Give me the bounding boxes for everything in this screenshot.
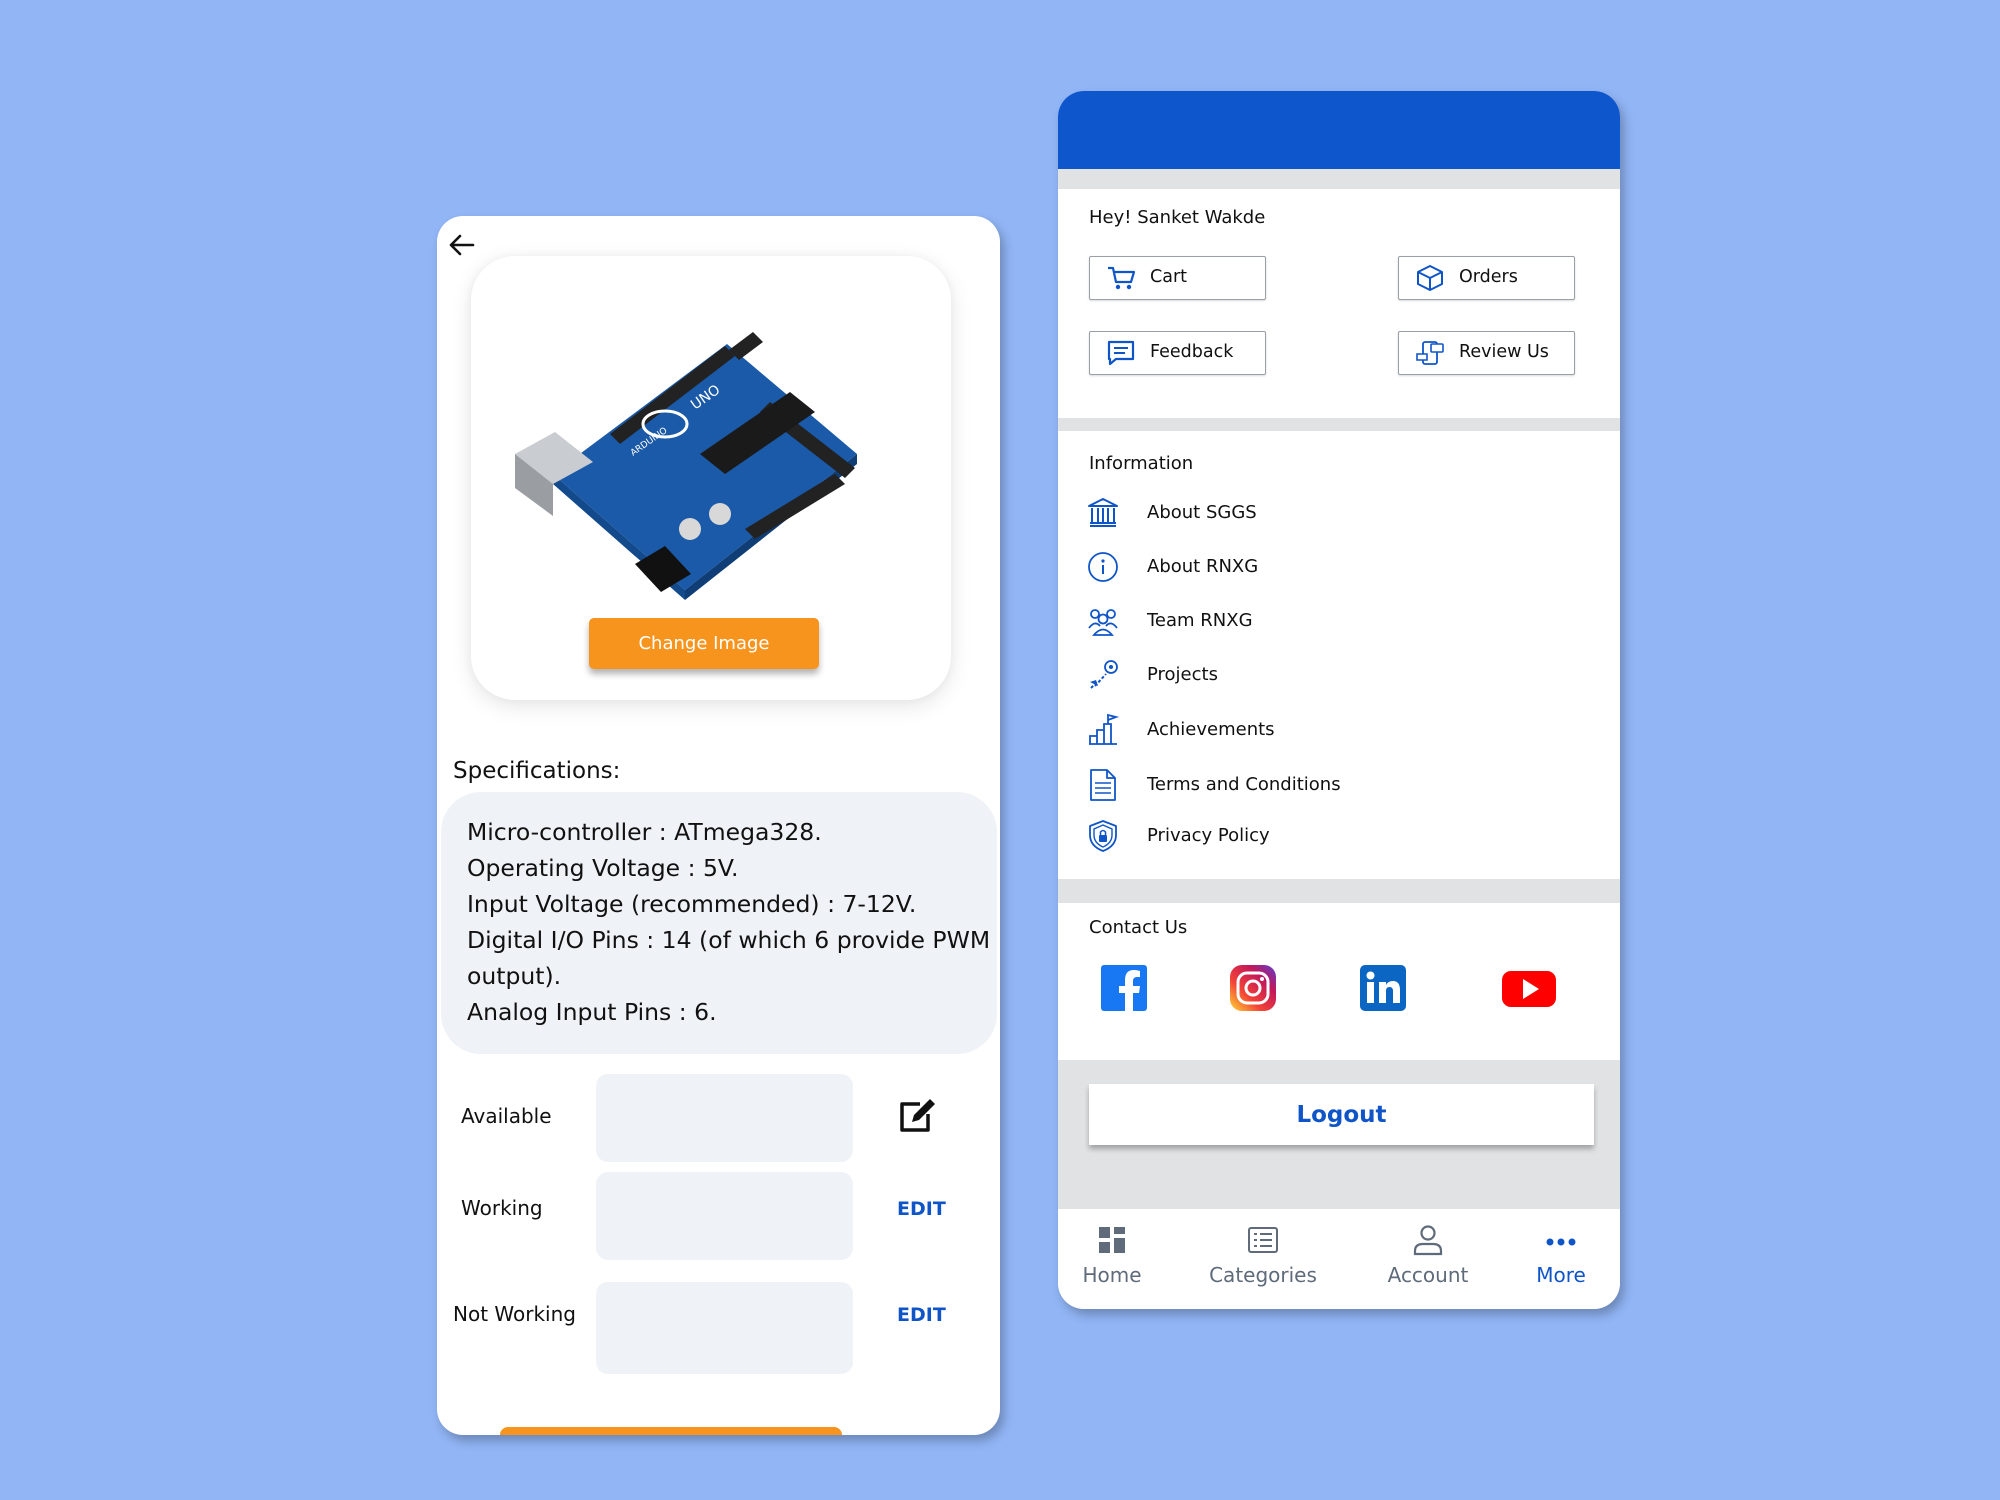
specifications-box: Micro-controller : ATmega328. Operating … (441, 792, 997, 1054)
info-item-about-rnxg[interactable]: About RNXG (1086, 547, 1586, 587)
info-item-label: Projects (1147, 664, 1218, 685)
more-icon (1546, 1238, 1576, 1246)
contact-title: Contact Us (1089, 917, 1188, 938)
user-greeting: Hey! Sanket Wakde (1089, 207, 1266, 228)
status-row-not-working: Not Working EDIT (437, 1282, 1000, 1376)
cart-icon (1108, 266, 1136, 290)
shield-icon (1089, 820, 1117, 852)
information-title: Information (1089, 453, 1194, 474)
working-edit-link[interactable]: EDIT (897, 1198, 946, 1220)
info-item-about-sggs[interactable]: About SGGS (1086, 493, 1586, 533)
institution-icon (1088, 498, 1118, 527)
available-input[interactable] (596, 1074, 853, 1162)
specifications-title: Specifications: (453, 758, 621, 784)
info-item-label: Achievements (1147, 719, 1275, 740)
edit-icon[interactable] (896, 1096, 938, 1136)
home-icon (1099, 1227, 1125, 1253)
youtube-icon[interactable] (1500, 963, 1558, 1013)
bottom-navigation: Home Categories Account More (1058, 1209, 1620, 1309)
nav-categories-label: Categories (1209, 1263, 1317, 1287)
cart-button[interactable]: Cart (1089, 256, 1266, 300)
info-icon (1088, 552, 1118, 582)
user-icon (1413, 1225, 1443, 1256)
info-item-team-rnxg[interactable]: Team RNXG (1086, 601, 1586, 641)
working-label: Working (461, 1196, 543, 1220)
info-item-label: Privacy Policy (1147, 825, 1270, 846)
spec-line: Input Voltage (recommended) : 7-12V. (467, 890, 917, 918)
nav-account[interactable]: Account (1363, 1223, 1493, 1299)
info-item-privacy[interactable]: Privacy Policy (1086, 816, 1586, 856)
info-item-projects[interactable]: Projects (1086, 655, 1586, 695)
nav-more[interactable]: More (1496, 1223, 1620, 1299)
logout-button[interactable]: Logout (1089, 1084, 1594, 1145)
info-item-label: Team RNXG (1147, 610, 1253, 631)
available-label: Available (461, 1104, 552, 1128)
back-arrow-icon[interactable] (445, 228, 479, 262)
nav-account-label: Account (1387, 1263, 1469, 1287)
arduino-board-image: ARDUINO UNO (515, 332, 857, 600)
orders-label: Orders (1459, 267, 1518, 287)
app-header-bar (1058, 91, 1620, 169)
instagram-icon[interactable] (1228, 963, 1278, 1013)
status-row-available: Available (437, 1074, 1000, 1164)
linkedin-icon[interactable] (1358, 963, 1408, 1013)
not-working-label: Not Working (453, 1302, 576, 1326)
review-us-label: Review Us (1459, 342, 1549, 362)
contact-section: Contact Us (1058, 903, 1620, 1060)
nav-categories[interactable]: Categories (1198, 1223, 1328, 1299)
nav-home[interactable]: Home (1058, 1223, 1177, 1299)
not-working-input[interactable] (596, 1282, 853, 1374)
change-image-button[interactable]: Change Image (589, 618, 819, 669)
facebook-icon[interactable] (1099, 963, 1149, 1013)
box-icon (1417, 265, 1443, 291)
quick-actions-section: Hey! Sanket Wakde Cart Orders Feedback R… (1058, 189, 1620, 418)
chat-icon (1107, 340, 1135, 366)
more-menu-screen: Hey! Sanket Wakde Cart Orders Feedback R… (1058, 91, 1620, 1309)
info-item-achievements[interactable]: Achievements (1086, 710, 1586, 750)
spec-line: Analog Input Pins : 6. (467, 998, 717, 1026)
orders-button[interactable]: Orders (1398, 256, 1575, 300)
status-row-working: Working EDIT (437, 1172, 1000, 1270)
feedback-button[interactable]: Feedback (1089, 331, 1266, 375)
nav-home-label: Home (1082, 1263, 1142, 1287)
list-icon (1248, 1227, 1278, 1253)
spec-line: Micro-controller : ATmega328. (467, 818, 822, 846)
cart-label: Cart (1150, 267, 1187, 287)
feedback-label: Feedback (1150, 342, 1234, 362)
spec-line: Operating Voltage : 5V. (467, 854, 739, 882)
document-icon (1090, 769, 1116, 801)
projects-icon (1090, 660, 1118, 689)
review-icon (1416, 341, 1444, 365)
information-section: Information About SGGS About RNXG Team R… (1058, 431, 1620, 879)
nav-more-label: More (1536, 1263, 1586, 1287)
working-input[interactable] (596, 1172, 853, 1260)
submit-button[interactable] (500, 1427, 842, 1435)
product-detail-screen: ARDUINO UNO Change Image Specifications:… (437, 216, 1000, 1435)
product-image-card: ARDUINO UNO Change Image (471, 256, 951, 700)
review-us-button[interactable]: Review Us (1398, 331, 1575, 375)
team-icon (1088, 609, 1118, 636)
info-item-terms[interactable]: Terms and Conditions (1086, 765, 1586, 805)
achievements-icon (1089, 713, 1120, 745)
info-item-label: About SGGS (1147, 502, 1257, 523)
info-item-label: About RNXG (1147, 556, 1259, 577)
spec-line: Digital I/O Pins : 14 (of which 6 provid… (467, 926, 998, 990)
info-item-label: Terms and Conditions (1147, 774, 1341, 795)
not-working-edit-link[interactable]: EDIT (897, 1304, 946, 1326)
